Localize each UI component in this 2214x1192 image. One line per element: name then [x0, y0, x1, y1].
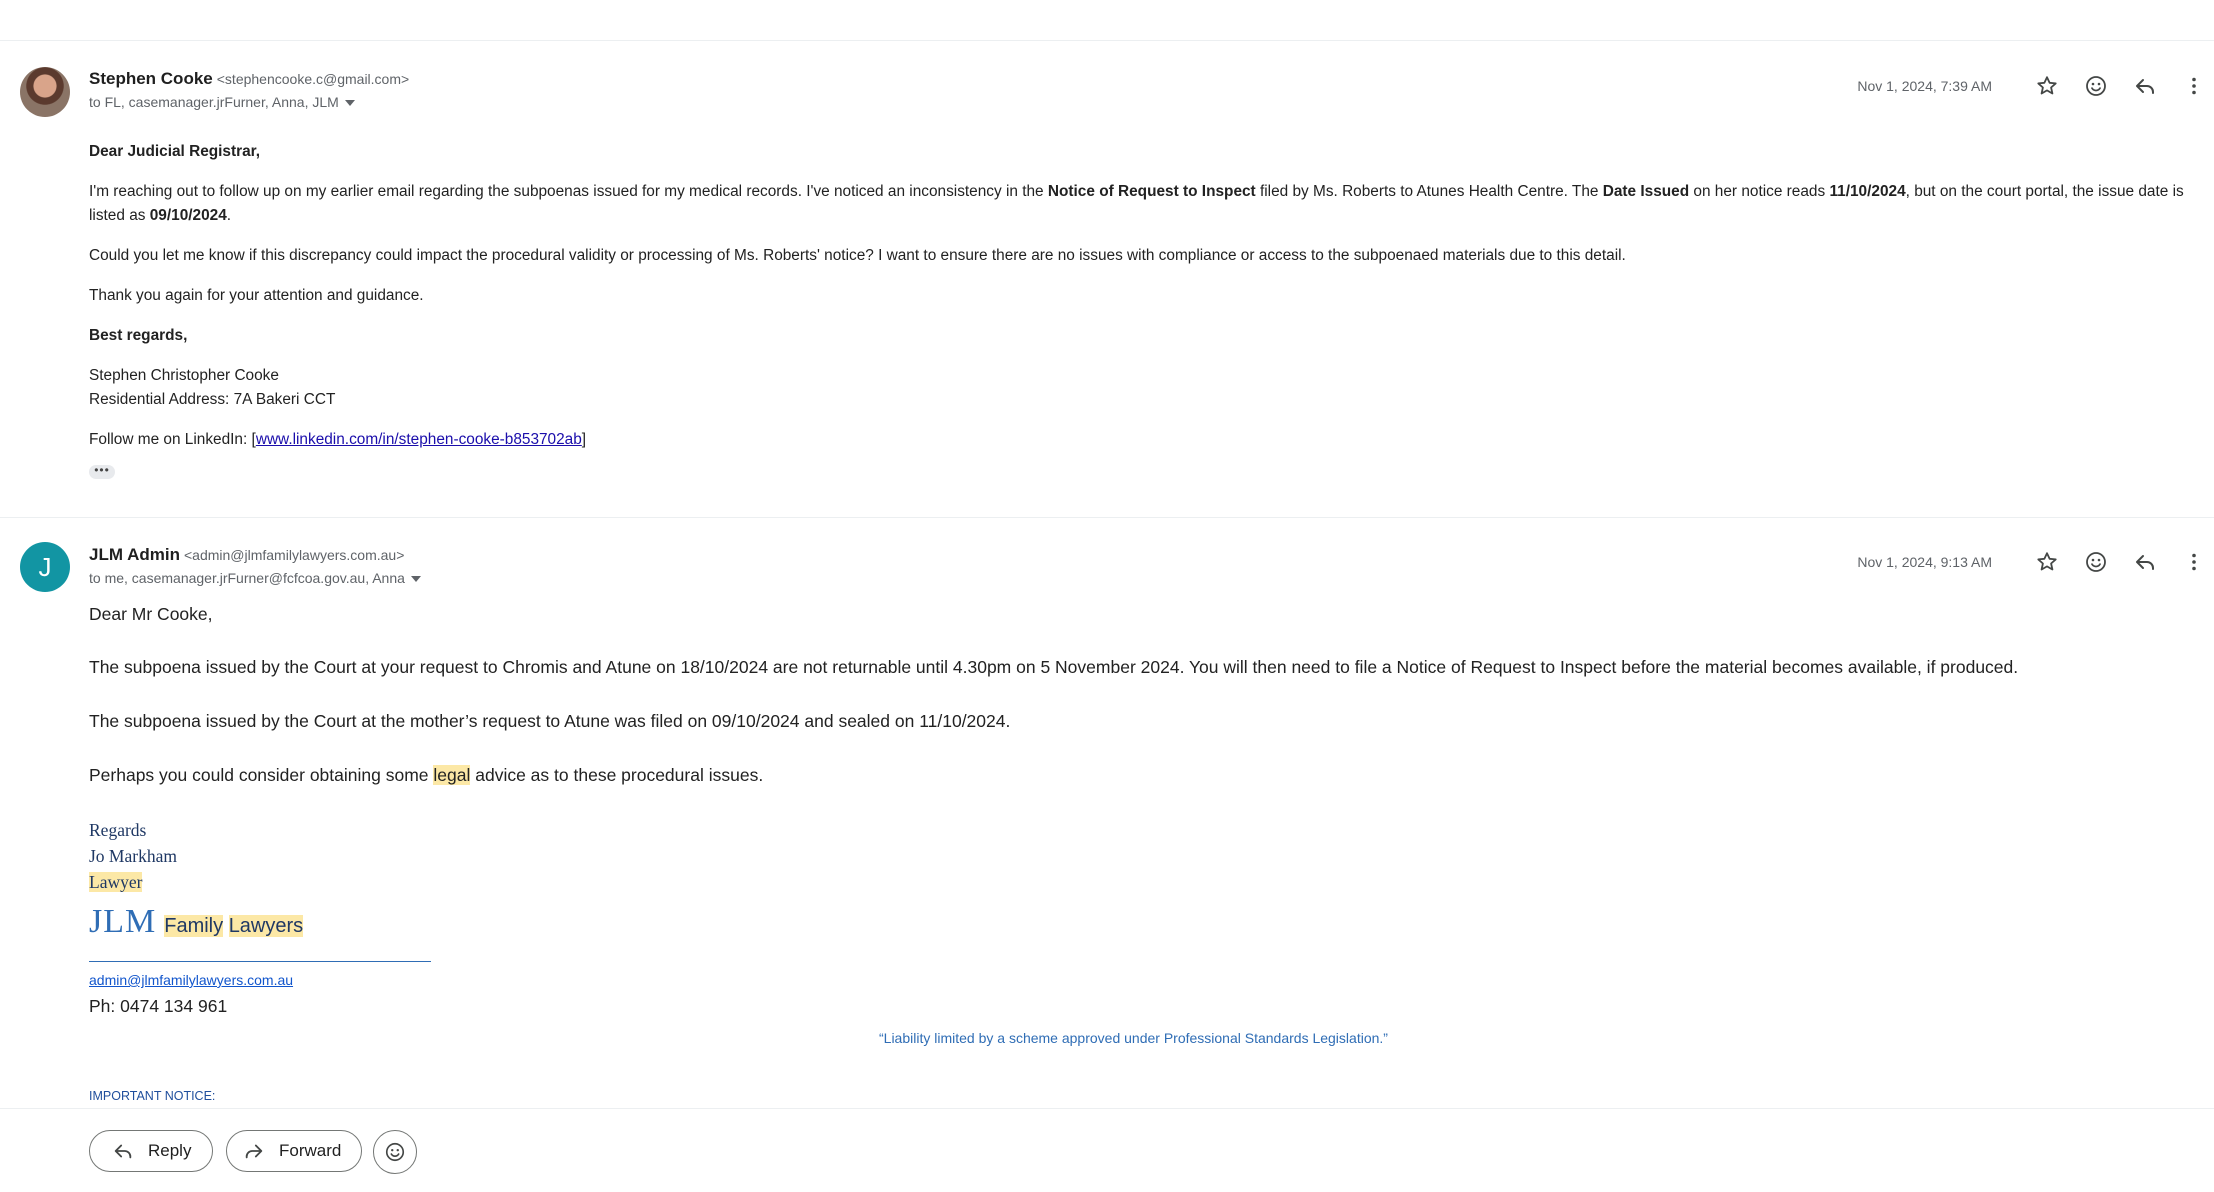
- text-run-bold: Notice of Request to Inspect: [1047, 183, 1256, 200]
- text-run: .: [226, 207, 232, 224]
- more-button[interactable]: [2174, 66, 2214, 106]
- more-icon: [2192, 553, 2196, 571]
- text-run-bold: 11/10/2024: [1829, 183, 1906, 200]
- firm-email-link[interactable]: admin@jlmfamilylawyers.com.au: [89, 972, 293, 988]
- dropdown-caret-icon[interactable]: [410, 576, 421, 583]
- more-button[interactable]: [2174, 542, 2214, 582]
- recipients[interactable]: to FL, casemanager.jrFurner, Anna, JLM: [89, 92, 409, 112]
- star-icon: [2037, 76, 2057, 95]
- logo-firm-type: Family Lawyers: [164, 915, 304, 937]
- text-run: I'm reaching out to follow up on my earl…: [89, 183, 1048, 200]
- signature-regards: Regards: [89, 820, 147, 840]
- important-notice: IMPORTANT NOTICE:: [89, 1089, 216, 1103]
- text-run: filed by Ms. Roberts to Atunes Health Ce…: [1255, 183, 1603, 200]
- recipients-text: to me, casemanager.jrFurner@fcfcoa.gov.a…: [89, 570, 405, 586]
- emoji-icon: [385, 1142, 405, 1162]
- avatar[interactable]: J: [20, 542, 70, 592]
- message-stephen-cooke: Stephen Cooke <stephencooke.c@gmail.com> …: [0, 40, 2214, 518]
- reply-icon: [114, 1144, 132, 1159]
- reply-label: Reply: [148, 1141, 192, 1160]
- body-paragraph-3: Thank you again for your attention and g…: [89, 287, 424, 304]
- message-jlm-admin: J JLM Admin <admin@jlmfamilylawyers.com.a…: [0, 518, 2214, 1108]
- reply-icon: [2136, 79, 2154, 94]
- liability-statement: “Liability limited by a scheme approved …: [879, 1030, 1388, 1046]
- linkedin-link[interactable]: www.linkedin.com/in/stephen-cooke-b85370…: [256, 431, 582, 448]
- signature-address: Residential Address: 7A Bakeri CCT: [89, 391, 336, 408]
- signature-title: Lawyer: [89, 872, 143, 892]
- star-icon: [2037, 552, 2057, 571]
- body-paragraph-2: Could you let me know if this discrepanc…: [89, 247, 1626, 264]
- text-run: on her notice reads: [1689, 183, 1830, 200]
- body-paragraph-2: The subpoena issued by the Court at the …: [89, 711, 1011, 731]
- text-run: Follow me on LinkedIn: [: [89, 431, 256, 448]
- text-run: ]: [581, 431, 587, 448]
- message-meta: Nov 1, 2024, 9:13 AM: [1857, 542, 2214, 582]
- star-button[interactable]: [2027, 542, 2067, 582]
- text-run-bold: Date Issued: [1602, 183, 1690, 200]
- sender-name[interactable]: JLM Admin: [89, 545, 180, 564]
- message-body: Dear Judicial Registrar, I'm reaching ou…: [89, 140, 2214, 482]
- sender-email: <admin@jlmfamilylawyers.com.au>: [183, 547, 405, 563]
- highlighted-term: legal: [433, 765, 471, 785]
- react-button[interactable]: [2076, 66, 2116, 106]
- dropdown-caret-icon[interactable]: [344, 100, 355, 107]
- message-date[interactable]: Nov 1, 2024, 9:13 AM: [1857, 554, 1992, 570]
- body-paragraph-1: The subpoena issued by the Court at your…: [89, 657, 2019, 677]
- signature-name: Stephen Christopher Cooke: [89, 367, 279, 384]
- signature: Regards Jo Markham Lawyer: [89, 817, 2214, 895]
- body-paragraph-3: Perhaps you could consider obtaining som…: [89, 763, 2214, 787]
- text-run: advice as to these procedural issues.: [470, 765, 764, 785]
- firm-phone: Ph: 0474 134 961: [89, 996, 228, 1016]
- message-meta: Nov 1, 2024, 7:39 AM: [1857, 66, 2214, 106]
- signature-divider: [89, 961, 431, 962]
- show-trimmed-content-button[interactable]: •••: [89, 464, 115, 479]
- greeting: Dear Mr Cooke,: [89, 604, 213, 624]
- reply-button[interactable]: [2125, 66, 2165, 106]
- logo-family: Family: [164, 915, 224, 937]
- message-body: Dear Mr Cooke, The subpoena issued by th…: [89, 602, 2214, 1018]
- body-paragraph-1: I'm reaching out to follow up on my earl…: [89, 180, 2214, 228]
- more-icon: [2192, 77, 2196, 95]
- emoji-icon: [2086, 552, 2106, 572]
- message-date[interactable]: Nov 1, 2024, 7:39 AM: [1857, 78, 1992, 94]
- reply-button[interactable]: [2125, 542, 2165, 582]
- star-button[interactable]: [2027, 66, 2067, 106]
- forward-label: Forward: [279, 1141, 342, 1160]
- forward-button[interactable]: Forward: [226, 1130, 362, 1172]
- message-header: Stephen Cooke <stephencooke.c@gmail.com> …: [89, 68, 409, 112]
- sender[interactable]: Stephen Cooke <stephencooke.c@gmail.com>: [89, 68, 409, 90]
- greeting: Dear Judicial Registrar,: [89, 143, 261, 160]
- avatar[interactable]: [20, 67, 70, 117]
- forward-icon: [245, 1144, 263, 1159]
- message-header: JLM Admin <admin@jlmfamilylawyers.com.au>…: [89, 544, 421, 588]
- reply-icon: [2136, 555, 2154, 570]
- text-run: Perhaps you could consider obtaining som…: [89, 765, 434, 785]
- reply-button[interactable]: Reply: [89, 1130, 213, 1172]
- logo-lawyers: Lawyers: [228, 915, 304, 937]
- firm-logo: JLM Family Lawyers: [89, 903, 2214, 941]
- signature-name: Jo Markham: [89, 846, 177, 866]
- linkedin-line: Follow me on LinkedIn: [www.linkedin.com…: [89, 428, 2214, 452]
- sender-name[interactable]: Stephen Cooke: [89, 69, 213, 88]
- logo-jlm: JLM: [89, 903, 157, 940]
- text-run-bold: 09/10/2024: [149, 207, 227, 224]
- recipients-text: to FL, casemanager.jrFurner, Anna, JLM: [89, 94, 339, 110]
- emoji-reaction-button[interactable]: [373, 1130, 417, 1174]
- closing: Best regards,: [89, 327, 188, 344]
- emoji-icon: [2086, 76, 2106, 96]
- sender-email: <stephencooke.c@gmail.com>: [216, 71, 410, 87]
- sender[interactable]: JLM Admin <admin@jlmfamilylawyers.com.au>: [89, 544, 421, 566]
- recipients[interactable]: to me, casemanager.jrFurner@fcfcoa.gov.a…: [89, 568, 421, 588]
- reply-action-bar: Reply Forward: [0, 1108, 2214, 1192]
- react-button[interactable]: [2076, 542, 2116, 582]
